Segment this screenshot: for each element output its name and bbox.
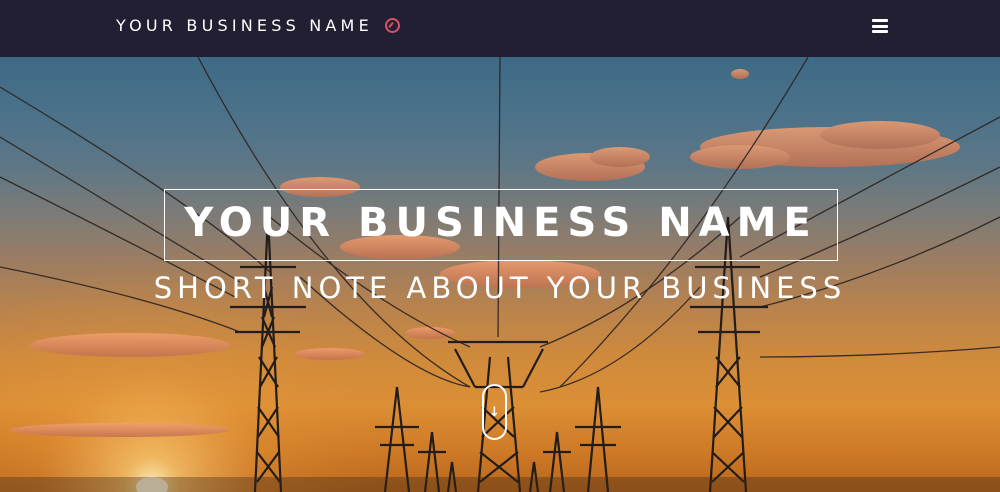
menu-bar xyxy=(872,19,888,22)
hero-title: YOUR BUSINESS NAME xyxy=(184,200,818,246)
brand-name: YOUR BUSINESS NAME xyxy=(116,15,373,35)
brand-link[interactable]: YOUR BUSINESS NAME xyxy=(116,14,400,36)
hero-subtitle: SHORT NOTE ABOUT YOUR BUSINESS xyxy=(153,271,847,305)
hero-section: YOUR BUSINESS NAME SHORT NOTE ABOUT YOUR… xyxy=(0,57,1000,492)
hamburger-menu-icon[interactable] xyxy=(872,19,888,33)
compass-icon xyxy=(384,17,400,33)
scroll-down-button[interactable]: ↓ xyxy=(482,384,507,440)
scroll-down-arrow-icon: ↓ xyxy=(489,404,500,420)
menu-bar xyxy=(872,24,888,28)
menu-bar xyxy=(872,30,888,33)
top-navbar: YOUR BUSINESS NAME xyxy=(0,0,1000,57)
